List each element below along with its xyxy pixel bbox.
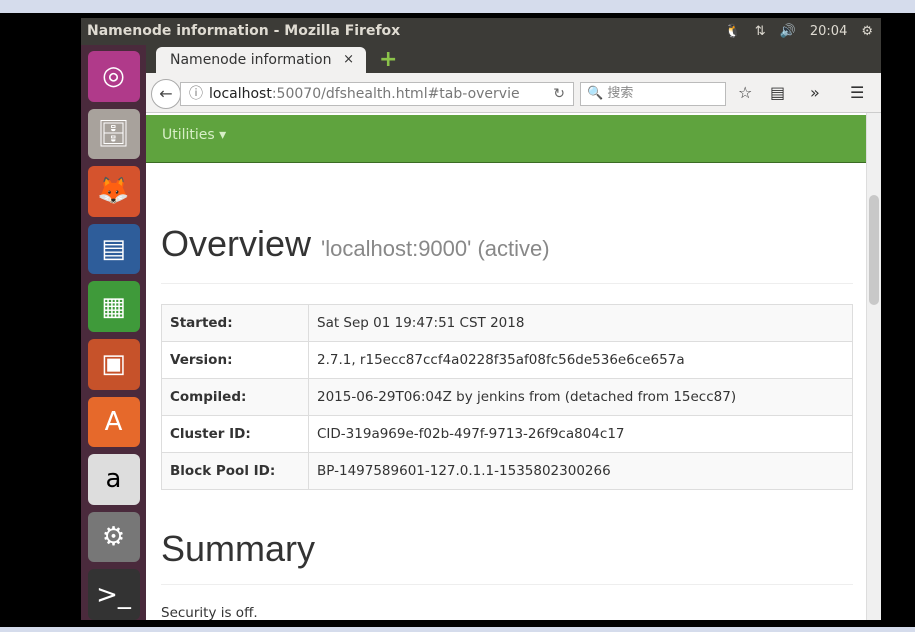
launcher: ◎ 🗄 🦊 ▤ ▦ ▣ A a ⚙ >_ xyxy=(81,45,146,620)
table-row: Version: 2.7.1, r15ecc87ccf4a0228f35af08f… xyxy=(161,341,853,379)
back-arrow-icon[interactable]: ← xyxy=(151,79,181,109)
hamburger-menu-icon[interactable]: ☰ xyxy=(850,83,864,102)
overflow-chevron-icon[interactable]: » xyxy=(810,83,820,102)
system-settings-icon[interactable]: ⚙ xyxy=(87,511,140,563)
tab-bar: Namenode information × + xyxy=(146,45,881,73)
row-key: Block Pool ID: xyxy=(161,452,309,490)
table-row: Compiled: 2015-06-29T06:04Z by jenkins fr… xyxy=(161,378,853,416)
search-input[interactable]: 🔍 搜索 xyxy=(580,82,726,106)
row-value: BP-1497589601-127.0.1.1-1535802300266 xyxy=(308,452,853,490)
reader-list-icon[interactable]: ▤ xyxy=(770,83,785,102)
reload-icon[interactable]: ↻ xyxy=(553,83,565,105)
row-key: Version: xyxy=(161,341,309,379)
clock[interactable]: 20:04 xyxy=(810,18,847,45)
tux-icon[interactable]: 🐧 xyxy=(725,18,741,45)
ubuntu-dash-icon[interactable]: ◎ xyxy=(87,51,140,102)
hadoop-navbar: Utilities ▾ xyxy=(146,115,866,163)
row-value: CID-319a969e-f02b-497f-9713-26f9ca804c17 xyxy=(308,415,853,453)
software-center-icon[interactable]: A xyxy=(87,396,140,448)
info-icon[interactable]: ⓘ xyxy=(189,86,203,102)
desktop-strip xyxy=(0,0,915,13)
tab-namenode[interactable]: Namenode information × xyxy=(156,47,366,73)
window-title: Namenode information - Mozilla Firefox xyxy=(87,23,401,39)
terminal-icon[interactable]: >_ xyxy=(87,569,140,620)
row-value: 2.7.1, r15ecc87ccf4a0228f35af08fc56de536… xyxy=(308,341,853,379)
url-path: :50070/dfshealth.html#tab-overvie xyxy=(271,86,520,102)
calc-icon[interactable]: ▦ xyxy=(87,281,140,332)
network-icon[interactable]: ⇅ xyxy=(755,18,766,45)
vertical-scrollbar[interactable] xyxy=(866,113,881,620)
table-row: Cluster ID: CID-319a969e-f02b-497f-9713-2… xyxy=(161,415,853,453)
table-row: Block Pool ID: BP-1497589601-127.0.1.1-15… xyxy=(161,452,853,490)
power-gear-icon[interactable]: ⚙ xyxy=(861,18,873,45)
desktop-strip-bottom xyxy=(0,627,915,632)
row-value: 2015-06-29T06:04Z by jenkins from (detac… xyxy=(308,378,853,416)
row-key: Cluster ID: xyxy=(161,415,309,453)
search-placeholder: 搜索 xyxy=(607,86,634,101)
row-key: Started: xyxy=(161,304,309,342)
summary-heading: Summary xyxy=(161,528,853,585)
url-host: localhost xyxy=(209,86,272,102)
tab-label: Namenode information xyxy=(170,52,332,68)
amazon-icon[interactable]: a xyxy=(87,454,140,505)
files-icon[interactable]: 🗄 xyxy=(87,108,140,160)
window-titlebar: Namenode information - Mozilla Firefox 🐧… xyxy=(81,18,881,45)
new-tab-icon[interactable]: + xyxy=(379,47,397,72)
volume-icon[interactable]: 🔊 xyxy=(780,18,796,45)
scrollbar-thumb[interactable] xyxy=(869,195,879,305)
nav-toolbar: ← ⓘ localhost:50070/dfshealth.html#tab-ov… xyxy=(146,73,881,113)
security-status: Security is off. xyxy=(161,605,258,620)
url-bar[interactable]: ⓘ localhost:50070/dfshealth.html#tab-over… xyxy=(180,82,574,106)
page-title: Overview 'localhost:9000' (active) xyxy=(161,223,853,284)
namenode-address: 'localhost:9000' (active) xyxy=(321,236,550,261)
overview-heading: Overview xyxy=(161,223,312,264)
writer-icon[interactable]: ▤ xyxy=(87,223,140,275)
bookmark-star-icon[interactable]: ☆ xyxy=(738,83,752,102)
impress-icon[interactable]: ▣ xyxy=(87,338,140,390)
firefox-icon[interactable]: 🦊 xyxy=(87,166,140,217)
tab-close-icon[interactable]: × xyxy=(343,47,354,73)
utilities-menu[interactable]: Utilities ▾ xyxy=(162,127,226,143)
table-row: Started: Sat Sep 01 19:47:51 CST 2018 xyxy=(161,304,853,342)
row-value: Sat Sep 01 19:47:51 CST 2018 xyxy=(308,304,853,342)
page-content: Utilities ▾ Overview 'localhost:9000' (a… xyxy=(146,113,866,620)
overview-table: Started: Sat Sep 01 19:47:51 CST 2018 Ver… xyxy=(161,304,853,490)
row-key: Compiled: xyxy=(161,378,309,416)
